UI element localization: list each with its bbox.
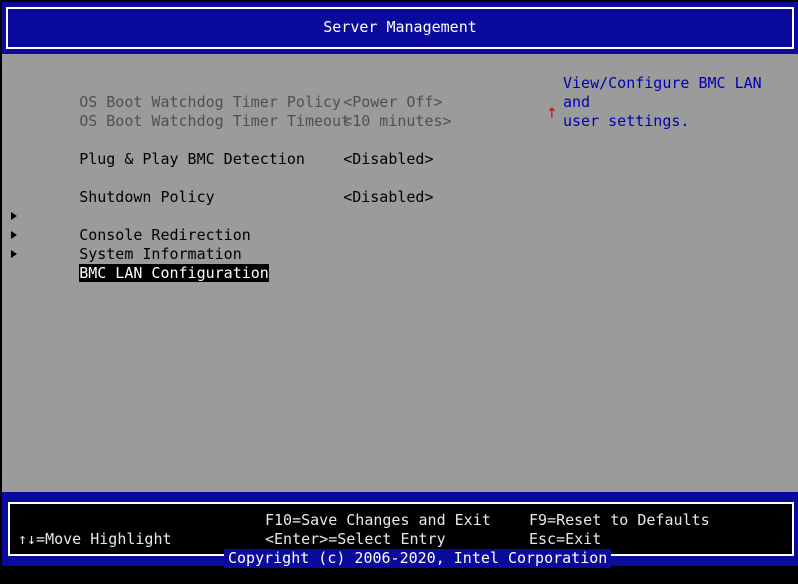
- watchdog-timeout-value: <10 minutes>: [343, 112, 452, 130]
- menu-item-bmc-lan-configuration[interactable]: BMC LAN Configuration: [25, 245, 269, 282]
- save-exit-hint: F10=Save Changes and Exit: [265, 511, 491, 529]
- bios-screen: Server Management ↑ OS Boot Watchdog Tim…: [0, 0, 798, 584]
- page-title: Server Management: [323, 18, 477, 36]
- header-bar: Server Management: [2, 2, 798, 54]
- esc-exit-hint: Esc=Exit: [529, 530, 602, 548]
- settings-panel: ↑ OS Boot Watchdog Timer Policy <Power O…: [2, 54, 798, 492]
- menu-item-pnp-bmc-detection[interactable]: Plug & Play BMC Detection: [25, 131, 305, 168]
- menu-item-label-selected: BMC LAN Configuration: [79, 264, 269, 282]
- copyright-notice: Copyright (c) 2006-2020, Intel Corporati…: [224, 549, 612, 568]
- footer-bar: ↑↓=Move Highlight F10=Save Changes and E…: [2, 492, 798, 568]
- pnp-bmc-detection-value[interactable]: <Disabled>: [289, 131, 433, 168]
- menu-item-label: Shutdown Policy: [79, 188, 215, 206]
- submenu-arrow-icon: [11, 231, 17, 239]
- submenu-arrow-icon: [11, 250, 17, 258]
- submenu-arrow-icon: [11, 212, 17, 220]
- menu-item-system-information[interactable]: System Information: [25, 226, 242, 263]
- help-text: View/Configure BMC LAN and user settings…: [563, 74, 762, 130]
- reset-defaults-hint: F9=Reset to Defaults: [529, 511, 710, 529]
- menu-item-console-redirection[interactable]: Console Redirection: [25, 207, 251, 244]
- move-highlight-hint: ↑↓=Move Highlight: [18, 530, 172, 548]
- menu-item-label: Plug & Play BMC Detection: [79, 150, 305, 168]
- shutdown-policy-value[interactable]: <Disabled>: [289, 169, 433, 206]
- scroll-up-indicator-icon: ↑: [546, 106, 558, 122]
- select-entry-hint: <Enter>=Select Entry: [265, 530, 446, 548]
- watchdog-policy-value: <Power Off>: [343, 93, 443, 111]
- menu-item-shutdown-policy[interactable]: Shutdown Policy: [25, 169, 214, 206]
